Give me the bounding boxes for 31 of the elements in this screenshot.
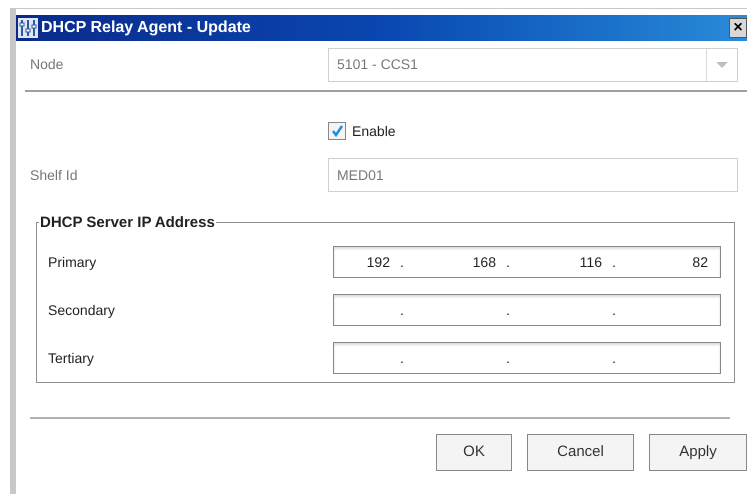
ip-octet: 192 <box>366 252 391 272</box>
octet-separator: . <box>399 348 405 368</box>
caret-icon <box>716 62 728 68</box>
window-title: DHCP Relay Agent - Update <box>41 18 252 38</box>
octet-separator: . <box>505 300 511 320</box>
octet-separator: . <box>505 252 511 272</box>
field-label: Shelf Id <box>30 166 78 184</box>
ip-octet: 168 <box>472 252 497 272</box>
ip-octet: 116 <box>578 252 603 272</box>
field-label: Primary <box>48 252 98 272</box>
octet-separator: . <box>399 252 405 272</box>
octet-separator: . <box>611 252 617 272</box>
field-label: Node <box>30 55 64 74</box>
enable-checkbox[interactable] <box>328 122 346 140</box>
ip-octet: 82 <box>691 252 709 272</box>
ip-address-field[interactable]: 192 . 168 . 116 . 82 <box>333 246 721 278</box>
sliders-icon <box>18 18 38 38</box>
octet-separator: . <box>611 348 617 368</box>
octet-separator: . <box>505 348 511 368</box>
dialog-button[interactable]: OK <box>436 434 512 471</box>
ip-address-field[interactable]: . . . <box>333 294 721 326</box>
close-button[interactable]: × <box>729 18 747 38</box>
dialog-button[interactable]: Apply <box>649 434 747 471</box>
dialog-button[interactable]: Cancel <box>527 434 634 471</box>
field-label: Tertiary <box>48 348 95 368</box>
octet-separator: . <box>611 300 617 320</box>
check-icon <box>331 125 343 137</box>
octet-separator: . <box>399 300 405 320</box>
field-label: Secondary <box>48 300 116 320</box>
ip-address-field[interactable]: . . . <box>333 342 721 374</box>
checkbox-label: Enable <box>352 122 396 140</box>
